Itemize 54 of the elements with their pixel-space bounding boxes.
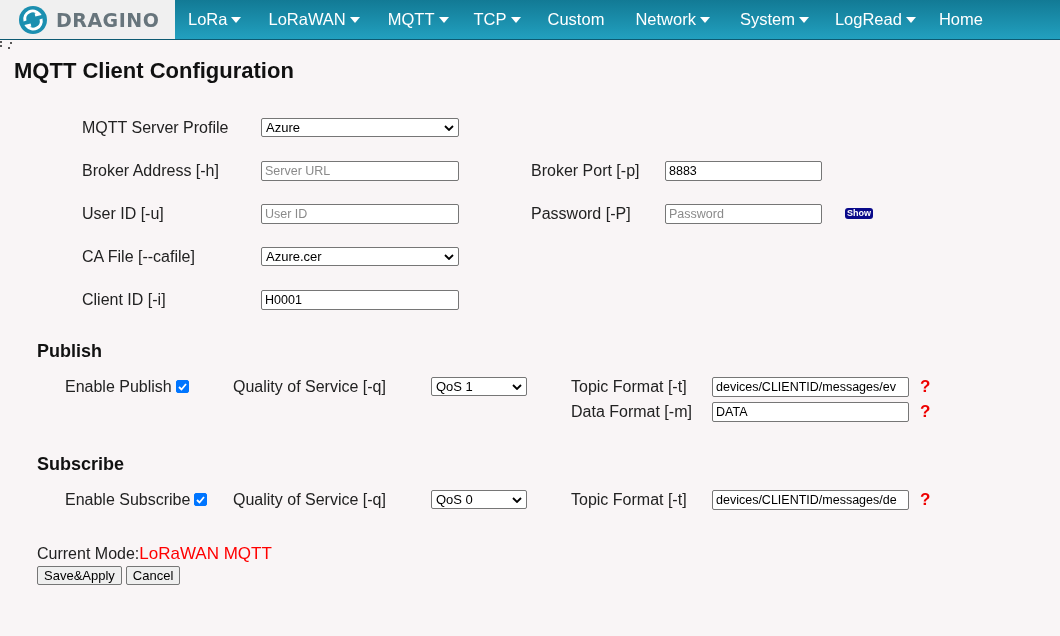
input-field[interactable]: devices/CLIENTID/messages/de [712, 489, 909, 510]
save-apply-button[interactable]: Save&Apply [37, 566, 122, 585]
page-title: MQTT Client Configuration [14, 58, 295, 84]
input-field[interactable]: Server URL [261, 160, 459, 181]
nav-menu-item[interactable]: LoRaWAN [254, 0, 374, 39]
input-field[interactable]: Password [665, 203, 822, 224]
field-label: Data Format [-m] [571, 402, 693, 421]
checkbox-label: Enable Publish [65, 377, 172, 396]
input-field[interactable]: 8883 [665, 160, 822, 181]
input-field[interactable]: devices/CLIENTID/messages/ev [712, 376, 909, 397]
logo-text: DRAGINO [56, 8, 160, 31]
current-mode-text: Current Mode:LoRaWAN MQTT [37, 544, 273, 564]
select-field[interactable]: QoS 1 [431, 377, 527, 396]
help-icon[interactable]: ? [912, 376, 932, 397]
field-label: Quality of Service [-q] [233, 490, 387, 509]
input-field[interactable]: User ID [261, 203, 459, 224]
help-icon[interactable]: ? [912, 401, 932, 422]
field-label: CA File [--cafile] [82, 247, 196, 266]
nav-menu-item[interactable]: Network [620, 0, 725, 39]
chevron-icon [444, 124, 454, 131]
input-field[interactable]: H0001 [261, 289, 459, 310]
nav-menu-item[interactable]: LogRead [823, 0, 927, 39]
logo[interactable]: DRAGINO [0, 0, 175, 39]
section-heading: Subscribe [36, 454, 126, 475]
field-label: Password [-P] [531, 204, 632, 223]
field-label: Quality of Service [-q] [233, 377, 387, 396]
select-field[interactable]: Azure.cer [261, 247, 459, 266]
field-label: User ID [-u] [82, 204, 165, 223]
chevron-icon [512, 383, 522, 390]
cancel-button[interactable]: Cancel [125, 566, 181, 585]
nav-menu-item[interactable]: System [724, 0, 824, 39]
nav-menu-item[interactable]: Custom [531, 0, 621, 39]
field-label: MQTT Server Profile [82, 118, 230, 137]
nav-menu-item[interactable]: Home [926, 0, 995, 39]
field-label: Client ID [-i] [82, 290, 167, 309]
nav-menu-item[interactable]: LoRa [175, 0, 255, 39]
section-heading: Publish [36, 341, 103, 362]
field-label: Broker Port [-p] [531, 161, 641, 180]
nav-menu-item[interactable]: TCP [462, 0, 532, 39]
checkbox[interactable] [194, 493, 208, 506]
checkbox-label: Enable Subscribe [65, 490, 191, 509]
select-field[interactable]: Azure [261, 118, 459, 137]
show-password-button[interactable]: Show [845, 208, 873, 219]
chevron-icon [512, 496, 522, 503]
input-field[interactable]: DATA [712, 401, 909, 422]
logo-icon [16, 4, 50, 35]
checkbox[interactable] [175, 380, 189, 393]
chevron-icon [444, 253, 454, 260]
nav-menu-item[interactable]: MQTT [373, 0, 463, 39]
field-label: Topic Format [-t] [571, 490, 688, 509]
help-icon[interactable]: ? [912, 489, 932, 510]
select-field[interactable]: QoS 0 [431, 490, 527, 509]
field-label: Topic Format [-t] [571, 377, 688, 396]
field-label: Broker Address [-h] [82, 161, 220, 180]
